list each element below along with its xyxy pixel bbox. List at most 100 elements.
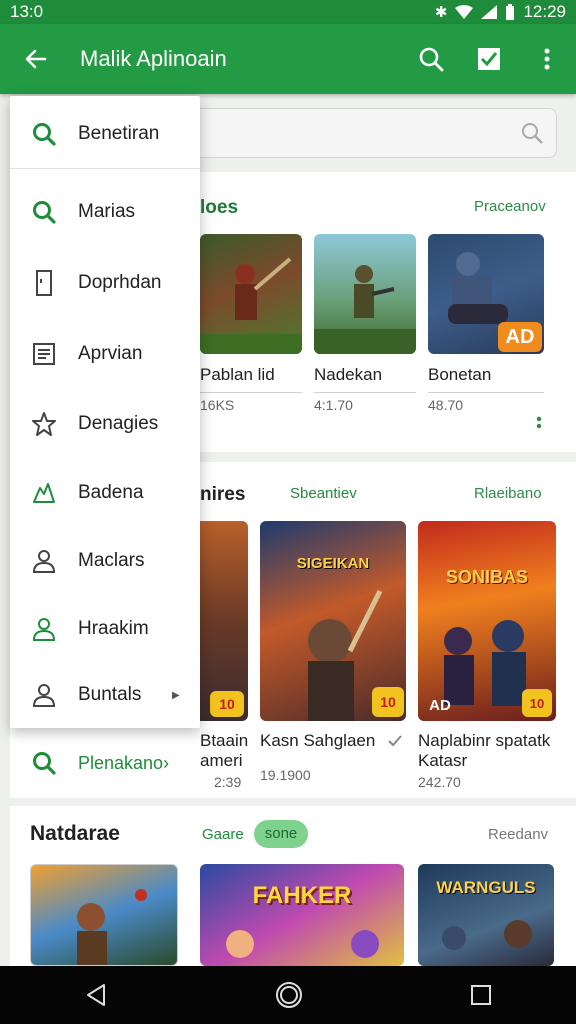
ad-badge: AD	[498, 322, 542, 352]
menu-item[interactable]: Maclars	[10, 527, 200, 595]
back-button[interactable]	[0, 24, 72, 94]
menu-item[interactable]: Benetiran	[10, 100, 200, 168]
drawer-footer-link[interactable]: Plenakano ›	[10, 730, 200, 796]
check-icon	[388, 735, 402, 747]
checkbox-button[interactable]	[460, 24, 518, 94]
game-title: Pablan lid	[200, 365, 275, 384]
chevron-right-icon: ›	[163, 752, 170, 773]
menu-item-label: Buntals	[78, 684, 142, 705]
section-1-more-link[interactable]: Praceanov	[474, 198, 546, 215]
divider	[314, 392, 416, 393]
game-meta: 242.70	[418, 774, 461, 790]
menu-item-label: Benetiran	[78, 123, 160, 144]
menu-item-label: Maclars	[78, 550, 145, 571]
search-icon	[33, 123, 56, 146]
menu-item[interactable]: Marias	[10, 178, 200, 246]
game-thumbnail[interactable]	[200, 234, 302, 354]
game-meta: 19.1900	[260, 767, 311, 783]
ad-badge: AD	[429, 696, 451, 714]
star-icon	[32, 412, 56, 436]
signal-icon	[481, 5, 498, 19]
search-input[interactable]	[188, 108, 557, 158]
section-3-pill[interactable]: sone	[254, 820, 308, 848]
game-thumbnail[interactable]	[30, 864, 178, 966]
section-2-more-link[interactable]: Rlaeibano	[474, 485, 542, 502]
checkbox-icon	[478, 48, 500, 70]
submenu-arrow-icon: ▶	[172, 689, 180, 701]
more-options-button[interactable]	[518, 24, 576, 94]
status-time: 13:0	[10, 2, 44, 21]
battery-icon	[506, 4, 515, 20]
arrow-back-icon	[25, 49, 47, 69]
menu-item-label: Hraakim	[78, 618, 149, 639]
game-thumbnail[interactable]	[314, 234, 416, 354]
section-3: Natdarae Gaare sone Reedanv FAHKER WARNG…	[10, 806, 576, 966]
bluetooth-icon: ✱	[434, 4, 448, 21]
drawer-footer-label: Plenakano	[78, 752, 164, 773]
app-title: Malik Aplinoain	[80, 46, 227, 71]
menu-item[interactable]: Doprhdan	[10, 249, 200, 317]
system-nav-bar	[0, 966, 576, 1024]
person-icon	[32, 550, 56, 573]
search-icon	[522, 123, 543, 144]
game-thumbnail[interactable]: 10	[200, 521, 248, 721]
game-title: Naplabinr spatatk	[418, 731, 551, 750]
nav-back-icon[interactable]	[84, 983, 108, 1007]
game-thumbnail[interactable]: SIGEIKAN 10	[260, 521, 406, 721]
menu-item[interactable]: Hraakim	[10, 595, 200, 663]
gamepad-icon	[33, 483, 55, 503]
section-2-subtitle: Sbeantiev	[290, 485, 357, 502]
menu-item-label: Badena	[78, 482, 144, 503]
game-meta: 2:39	[214, 774, 242, 790]
search-icon	[33, 752, 56, 775]
divider	[10, 168, 200, 169]
menu-item-label: Doprhdan	[78, 272, 162, 293]
more-vert-icon[interactable]	[536, 416, 542, 434]
status-clock: 12:29	[523, 2, 566, 21]
game-title-line2: ameri	[200, 751, 243, 770]
person-icon	[32, 684, 56, 707]
divider	[428, 392, 544, 393]
rating-badge: 10	[372, 687, 404, 717]
rating-badge: 10	[522, 689, 552, 717]
search-icon	[419, 47, 444, 72]
cartoon-art-icon	[226, 930, 379, 958]
nav-recents-icon[interactable]	[470, 984, 492, 1006]
section-2-title: nires	[200, 484, 246, 505]
status-bar: 13:0 ✱ 12:29	[0, 0, 576, 24]
section-3-subtitle: Gaare	[202, 826, 244, 843]
battle-art-icon	[442, 920, 532, 950]
game-meta: 16KS	[200, 397, 235, 413]
divider	[200, 392, 302, 393]
menu-item-label: Denagies	[78, 413, 159, 434]
more-vert-icon	[544, 48, 550, 70]
wifi-icon	[455, 5, 474, 19]
game-thumbnail[interactable]: WARNGULS	[418, 864, 554, 966]
rating-badge: 10	[210, 691, 244, 717]
menu-item[interactable]: Badena	[10, 459, 200, 527]
game-thumbnail[interactable]: FAHKER	[200, 864, 404, 966]
game-thumbnail[interactable]: SONIBAS AD 10	[418, 521, 556, 721]
app-bar: Malik Aplinoain	[0, 24, 576, 94]
search-icon	[33, 201, 56, 224]
section-3-title: Natdarae	[30, 822, 120, 845]
menu-item[interactable]: Aprvian	[10, 320, 200, 388]
section-3-more-link[interactable]: Reedanv	[488, 826, 548, 843]
game-title: Bonetan	[428, 365, 492, 384]
person-icon	[32, 618, 56, 641]
warrior-art-icon	[200, 257, 302, 354]
search-button[interactable]	[402, 24, 460, 94]
document-icon	[33, 343, 55, 365]
game-title-line2: Katasr	[418, 751, 468, 770]
game-title: Btaain	[200, 731, 249, 750]
adventure-art-icon	[77, 889, 147, 965]
game-thumbnail[interactable]: AD	[428, 234, 544, 354]
soldier-art-icon	[314, 265, 416, 354]
nav-home-icon[interactable]	[275, 981, 303, 1009]
phone-icon	[36, 270, 52, 296]
menu-item[interactable]: Buntals ▶	[10, 661, 200, 729]
menu-item[interactable]: Denagies	[10, 390, 200, 458]
section-1-title: loes	[200, 197, 239, 218]
game-meta: 4:1.70	[314, 397, 353, 413]
dropdown-menu: Benetiran Marias Doprhdan Aprvian Denagi…	[10, 96, 200, 728]
